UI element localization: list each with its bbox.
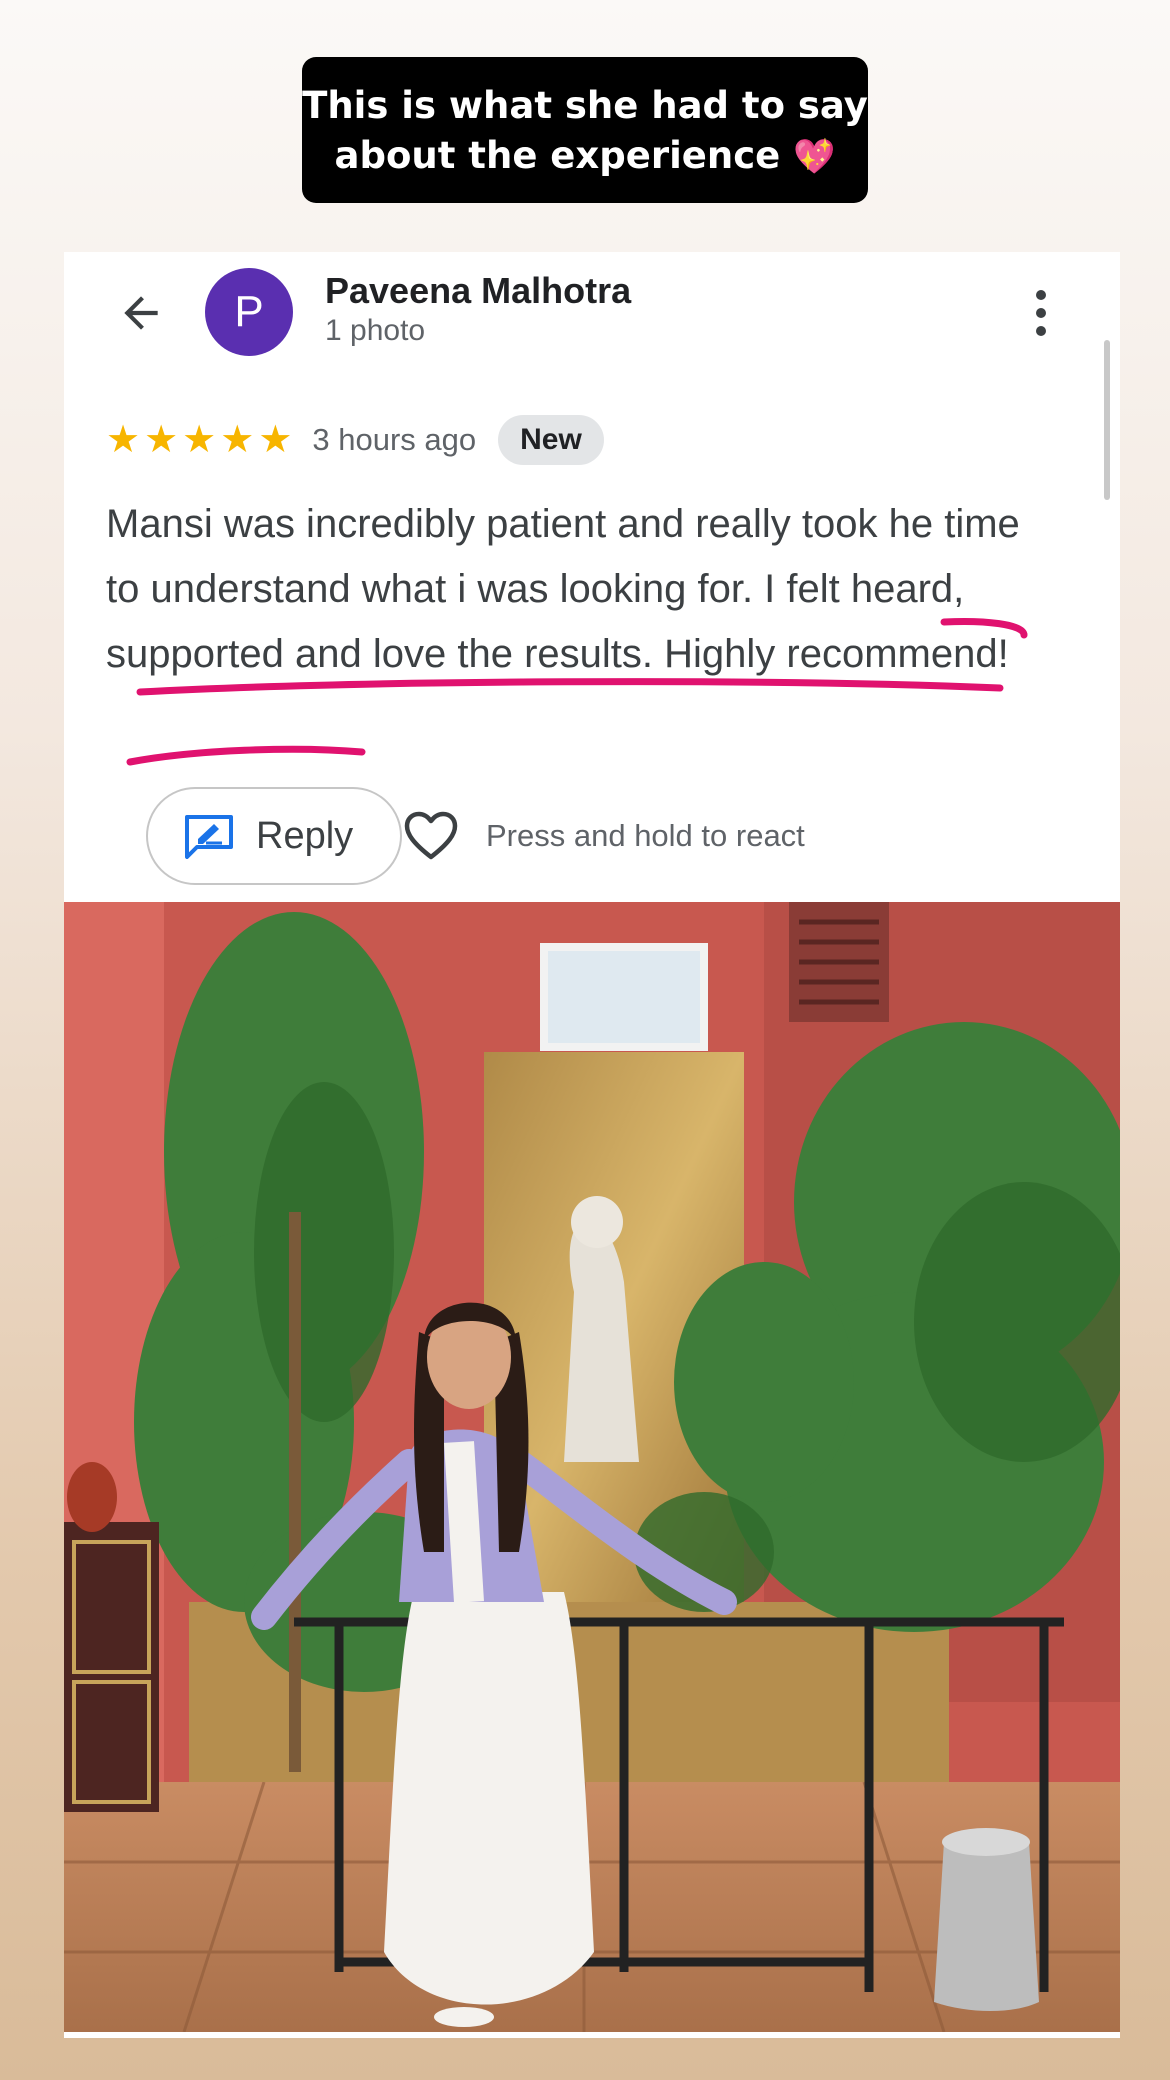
- story-caption: This is what she had to say about the ex…: [302, 57, 868, 203]
- caption-line-1: This is what she had to say: [302, 84, 868, 127]
- star-rating: ★ ★ ★ ★ ★: [106, 420, 292, 460]
- reply-edit-icon: [185, 815, 233, 859]
- reply-button[interactable]: Reply: [146, 787, 402, 885]
- heart-outline-icon[interactable]: [403, 810, 459, 862]
- scrollbar[interactable]: [1104, 340, 1110, 500]
- photo-count: 1 photo: [325, 314, 426, 347]
- review-meta: ★ ★ ★ ★ ★ 3 hours ago New: [106, 410, 604, 470]
- review-photo[interactable]: [64, 902, 1120, 2032]
- sparkling-heart-icon: 💖: [793, 137, 836, 177]
- star-icon: ★: [144, 419, 179, 461]
- review-text: Mansi was incredibly patient and really …: [106, 502, 1020, 676]
- new-badge: New: [498, 415, 604, 465]
- reviewer-name[interactable]: Paveena Malhotra: [325, 270, 631, 312]
- caption-line-2: about the experience: [334, 134, 781, 177]
- review-card: P Paveena Malhotra 1 photo ★ ★ ★ ★ ★ 3 h…: [64, 252, 1120, 2038]
- review-time: 3 hours ago: [312, 422, 477, 457]
- more-vertical-icon[interactable]: [1035, 288, 1047, 338]
- reply-label: Reply: [256, 814, 354, 857]
- arrow-left-icon[interactable]: [116, 288, 166, 338]
- star-icon: ★: [220, 419, 255, 461]
- star-icon: ★: [106, 419, 141, 461]
- star-icon: ★: [258, 419, 293, 461]
- react-hint: Press and hold to react: [486, 818, 805, 853]
- star-icon: ★: [182, 419, 217, 461]
- avatar[interactable]: P: [205, 268, 293, 356]
